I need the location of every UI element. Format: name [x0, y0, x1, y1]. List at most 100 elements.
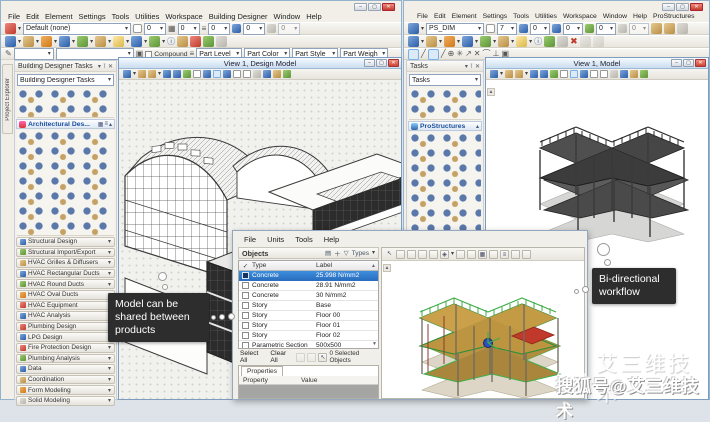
menu-window[interactable]: Window [271, 12, 304, 21]
zoom-in-icon[interactable] [505, 70, 514, 78]
add-filter-icon[interactable]: ＋ [334, 248, 341, 258]
section-hvac-rect-ducts[interactable]: HVAC Rectangular Ducts ▾ [16, 268, 115, 279]
info-circle-icon[interactable]: ⓘ [534, 37, 542, 46]
panel-close-icon[interactable]: ✕ [108, 63, 113, 70]
highlight-mode-icon[interactable] [522, 249, 532, 259]
references-icon[interactable] [23, 36, 35, 47]
view-restore-icon[interactable]: ▢ [683, 59, 694, 67]
element-info-icon[interactable] [516, 36, 528, 47]
intersection-snap-icon[interactable]: ✕ [474, 50, 481, 58]
table-row[interactable]: Parametric Section 500x500 [239, 341, 378, 348]
architectural-task-grid[interactable] [17, 130, 114, 236]
architectural-section-header[interactable]: Architectural Des... ▦ ≡ ▴ [16, 119, 115, 129]
measure-icon[interactable] [467, 249, 477, 259]
active-template-icon[interactable] [5, 23, 16, 34]
ps-tool-3-icon[interactable] [677, 23, 689, 34]
menu-help[interactable]: Help [630, 13, 650, 20]
menu-window[interactable]: Window [600, 13, 630, 20]
menu-prostructures[interactable]: ProStructures [650, 13, 698, 20]
active-color-combo[interactable]: 0 ▾ [144, 22, 167, 35]
row-checkbox[interactable] [242, 312, 249, 319]
zoom-out-icon[interactable] [515, 70, 524, 78]
menu-help[interactable]: Help [321, 235, 342, 244]
models-icon[interactable] [408, 36, 419, 47]
line-style-combo[interactable]: 0 ▾ [177, 22, 200, 35]
copy-view-icon[interactable] [580, 70, 589, 78]
view-close-icon[interactable]: ✕ [388, 59, 399, 67]
copy-view-icon[interactable] [223, 70, 232, 78]
clear-all-button[interactable]: Clear All [268, 350, 294, 364]
prostructures-section-header[interactable]: ProStructures ▴ [408, 121, 482, 131]
menu-element[interactable]: Element [449, 13, 480, 20]
table-scroll-down-icon[interactable]: ▼ [372, 341, 377, 347]
section-hvac-grilles[interactable]: HVAC Grilles & Diffusers ▾ [16, 258, 115, 268]
hide-icon[interactable] [307, 352, 317, 362]
task-selector-combo[interactable]: Building Designer Tasks ▾ [17, 74, 114, 86]
layout-grid-icon[interactable]: ▦ [98, 121, 104, 128]
line-style-icon[interactable] [519, 24, 529, 33]
transparency-icon[interactable] [585, 24, 595, 33]
clip-volume-icon[interactable] [590, 70, 599, 78]
active-template-combo[interactable]: Default (none) ▾ [23, 22, 132, 35]
menu-file[interactable]: File [414, 13, 431, 20]
close-button[interactable]: ✕ [382, 3, 395, 11]
cells-icon[interactable] [498, 36, 510, 47]
label-column-header[interactable]: Label [316, 262, 371, 269]
keypoint-snap-icon[interactable] [427, 48, 439, 60]
undo-icon[interactable] [579, 36, 591, 47]
clip-mask-icon[interactable] [243, 70, 252, 78]
rotate-view-icon[interactable] [173, 70, 182, 78]
delete-element-icon[interactable]: ✖ [570, 37, 578, 46]
main-task-icons[interactable] [409, 88, 481, 120]
section-solid-modeling[interactable]: Solid Modeling ▾ [16, 395, 115, 406]
view-attributes-icon[interactable] [263, 70, 272, 78]
save-list-icon[interactable]: ▤ [325, 249, 331, 257]
view-previous-icon[interactable] [610, 70, 619, 78]
section-hvac-equipment[interactable]: HVAC Equipment▾ [16, 300, 115, 311]
references-icon[interactable] [426, 36, 438, 47]
menu-utilities[interactable]: Utilities [132, 12, 162, 21]
toggle-acs-icon[interactable] [131, 36, 143, 47]
clip-volume-icon[interactable] [233, 70, 242, 78]
close-button[interactable]: ✕ [690, 3, 703, 11]
menu-workspace[interactable]: Workspace [560, 13, 600, 20]
menu-workspace[interactable]: Workspace [162, 12, 205, 21]
fit-view-icon[interactable] [163, 70, 172, 78]
zoom-window-icon[interactable] [396, 249, 405, 259]
section-coordination[interactable]: Coordination ▾ [16, 374, 115, 385]
view-attributes-icon[interactable] [620, 70, 629, 78]
table-row[interactable]: Concrete 25.998 N/mm2 [239, 271, 378, 281]
info-circle-icon[interactable]: ⓘ [167, 37, 175, 46]
value-column-header[interactable]: Value [301, 377, 317, 384]
raster-manager-icon[interactable] [444, 36, 456, 47]
pick-cursor-icon[interactable]: ↖ [318, 352, 328, 362]
explorer-icon[interactable] [203, 36, 215, 47]
types-filter-arrow-icon[interactable]: ▾ [372, 250, 375, 256]
clip-mask-icon[interactable] [600, 70, 609, 78]
table-row[interactable]: Story Floor 02 [239, 331, 378, 341]
origin-snap-icon[interactable]: ✳ [456, 50, 463, 58]
menu-edit[interactable]: Edit [431, 13, 449, 20]
row-checkbox[interactable] [242, 282, 249, 289]
section-plumbing-design[interactable]: Plumbing Design▾ [16, 321, 115, 332]
line-weight-icon[interactable] [552, 24, 562, 33]
midpoint-snap-icon[interactable]: ╱ [441, 50, 446, 58]
transparency-combo[interactable]: 0 ▾ [596, 22, 617, 35]
transparency-combo[interactable]: 0 ▾ [243, 22, 266, 35]
line-weight-combo[interactable]: 0 ▾ [208, 22, 231, 35]
menu-units[interactable]: Units [264, 235, 292, 244]
panel-menu-icon[interactable]: ▾ [465, 63, 468, 70]
view-close-icon[interactable]: ✕ [695, 59, 706, 67]
section-data[interactable]: Data ▾ [16, 364, 115, 374]
center-snap-icon[interactable]: ⊕ [448, 50, 455, 58]
auxiliary-coords-icon[interactable] [149, 36, 161, 47]
orbit-icon[interactable] [418, 249, 427, 259]
table-row[interactable]: Story Base [239, 301, 378, 311]
ps-tool-1-icon[interactable] [651, 23, 663, 34]
table-row[interactable]: Concrete 30 N/mm2 [239, 291, 378, 301]
element-info-icon[interactable] [113, 36, 125, 47]
menu-element[interactable]: Element [42, 12, 76, 21]
render-mode-icon[interactable] [213, 70, 222, 78]
row-checkbox[interactable] [242, 342, 249, 348]
row-checkbox[interactable] [242, 332, 249, 339]
